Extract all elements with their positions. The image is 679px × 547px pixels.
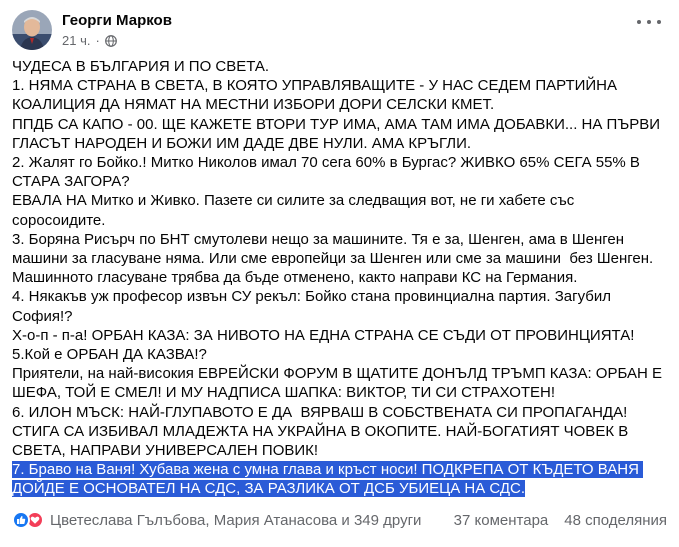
post-paragraph: 6. ИЛОН МЪСК: НАЙ-ГЛУПАВОТО Е ДА ВЯРВАШ … — [12, 403, 633, 460]
post-footer: Цветеслава Гълъбова, Мария Атанасова и 3… — [12, 506, 667, 534]
more-dot — [637, 20, 641, 24]
reaction-names[interactable]: Цветеслава Гълъбова, Мария Атанасова и 3… — [50, 512, 421, 529]
more-options-icon[interactable] — [637, 14, 661, 30]
post-paragraph: ППДБ СА КАПО - 00. ЩЕ КАЖЕТЕ ВТОРИ ТУР И… — [12, 115, 665, 152]
post-paragraph: 2. Жалят го Бойко.! Митко Николов имал 7… — [12, 154, 645, 191]
post-time[interactable]: 21 ч. — [62, 33, 90, 49]
post-subline: 21 ч. · — [62, 33, 172, 49]
post-paragraph: 4. Някакъв уж професор извън СУ рекъл: Б… — [12, 288, 616, 325]
post-paragraph: Приятели, на най-високия ЕВРЕЙСКИ ФОРУМ … — [12, 365, 667, 402]
separator-dot: · — [95, 33, 100, 48]
highlighted-paragraph: 7. Браво на Ваня! Хубава жена с умна гла… — [12, 460, 670, 498]
comments-count[interactable]: 37 коментара — [454, 512, 549, 529]
post-paragraph: 5.Кой е ОРБАН ДА КАЗВА!? — [12, 346, 207, 364]
post-paragraph: 3. Боряна Рисърч по БНТ смутолеви нещо з… — [12, 230, 658, 287]
post-paragraph: Х-о-п - п-а! ОРБАН КАЗА: ЗА НИВОТО НА ЕД… — [12, 326, 635, 344]
globe-icon[interactable] — [104, 35, 117, 47]
engagement-stats: 37 коментара 48 споделяния — [454, 512, 667, 529]
post-paragraph: ЧУДЕСА В БЪЛГАРИЯ И ПО СВЕТА. — [12, 58, 270, 75]
like-icon — [12, 511, 30, 529]
more-dot — [657, 20, 661, 24]
post-header: Георги Марков 21 ч. · — [12, 10, 172, 54]
post-paragraph: 1. НЯМА СТРАНА В СВЕТА, В КОЯТО УПРАВЛЯВ… — [12, 77, 622, 114]
author-avatar[interactable] — [12, 10, 52, 50]
more-dot — [647, 20, 651, 24]
reactions[interactable]: Цветеслава Гълъбова, Мария Атанасова и 3… — [12, 511, 421, 529]
shares-count[interactable]: 48 споделяния — [564, 512, 667, 529]
post-meta: Георги Марков 21 ч. · — [62, 10, 172, 49]
post-text: ЧУДЕСА В БЪЛГАРИЯ И ПО СВЕТА. 1. НЯМА СТ… — [12, 57, 670, 499]
author-name[interactable]: Георги Марков — [62, 12, 172, 30]
selected-text[interactable]: 7. Браво на Ваня! Хубава жена с умна гла… — [12, 461, 644, 498]
facebook-post: Георги Марков 21 ч. · ЧУДЕСА В БЪЛГАРИЯ … — [0, 0, 679, 547]
post-paragraph: ЕВАЛА НА Митко и Живко. Пазете си силите… — [12, 192, 579, 229]
